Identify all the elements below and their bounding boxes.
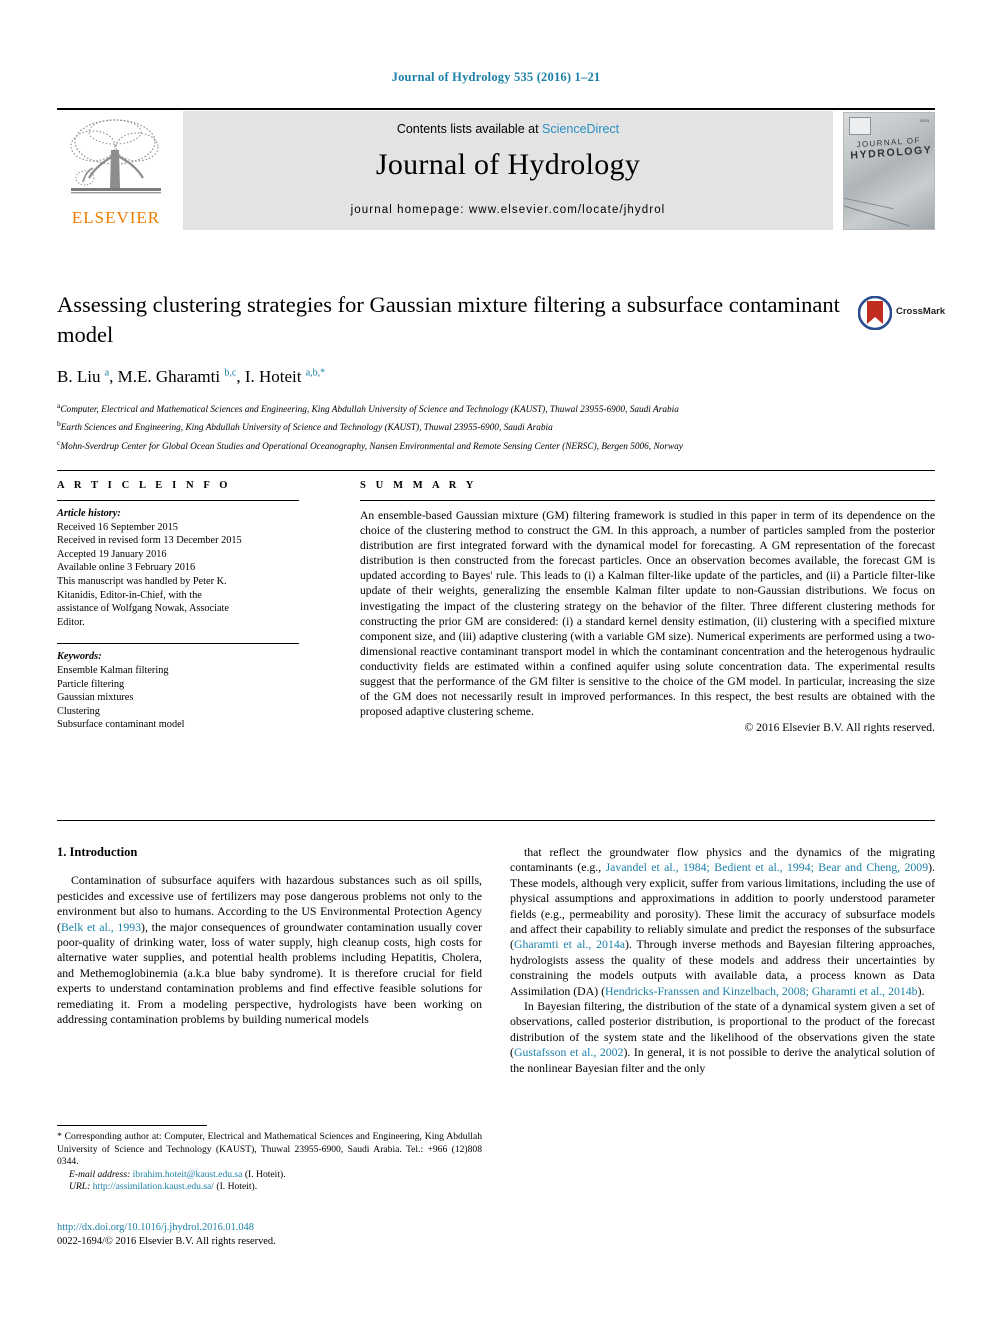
paragraph: In Bayesian filtering, the distribution …	[510, 999, 935, 1076]
masthead-top-rule	[57, 108, 935, 110]
sciencedirect-link[interactable]: ScienceDirect	[542, 122, 619, 136]
citation-link[interactable]: Belk et al., 1993	[61, 920, 141, 934]
corresponding-author-text: Corresponding author at: Computer, Elect…	[57, 1131, 482, 1168]
keyword-item: Ensemble Kalman filtering	[57, 664, 169, 676]
journal-cover-thumbnail: ISSN JOURNAL OF HYDROLOGY	[843, 112, 935, 230]
history-item: This manuscript was handled by Peter K.	[57, 575, 227, 587]
url-owner: (I. Hoteit).	[216, 1181, 258, 1193]
citation-link[interactable]: Hendricks-Franssen and Kinzelbach, 2008;…	[605, 984, 918, 998]
paragraph: that reflect the groundwater flow physic…	[510, 845, 935, 999]
email-line: E-mail address: ibrahim.hoteit@kaust.edu…	[57, 1169, 482, 1182]
article-info-column: Article history: Received 16 September 2…	[57, 500, 299, 732]
elsevier-tree-icon	[70, 119, 161, 194]
section-heading-introduction: 1. Introduction	[57, 845, 138, 859]
email-link[interactable]: ibrahim.hoteit@kaust.edu.sa	[133, 1169, 243, 1180]
crossmark-badge[interactable]: CrossMark	[857, 295, 946, 331]
summary-column: An ensemble-based Gaussian mixture (GM) …	[360, 500, 935, 734]
footnote-rule	[57, 1125, 207, 1126]
paragraph-text: ), the major consequences of groundwater…	[57, 919, 482, 1027]
keyword-item: Clustering	[57, 705, 100, 717]
footnote-marker: *	[57, 1131, 62, 1142]
info-section-top-rule	[57, 470, 935, 471]
summary-heading: S U M M A R Y	[360, 480, 477, 491]
footnote-block: * Corresponding author at: Computer, Ele…	[57, 1131, 482, 1194]
body-column-left: 1. Introduction Contamination of subsurf…	[57, 845, 482, 1027]
history-item: Kitanidis, Editor-in-Chief, with the	[57, 589, 202, 601]
article-history-label: Article history:	[57, 508, 121, 519]
cover-publisher-mark	[849, 117, 871, 135]
body-column-right: that reflect the groundwater flow physic…	[510, 845, 935, 1076]
history-item: Accepted 19 January 2016	[57, 548, 167, 560]
article-info-heading: A R T I C L E I N F O	[57, 480, 232, 491]
copyright-line: © 2016 Elsevier B.V. All rights reserved…	[744, 721, 935, 735]
paragraph: Contamination of subsurface aquifers wit…	[57, 873, 482, 1027]
history-item: Available online 3 February 2016	[57, 562, 196, 574]
issn-copyright-line: 0022-1694/© 2016 Elsevier B.V. All right…	[57, 1236, 276, 1247]
email-owner: (I. Hoteit).	[244, 1168, 286, 1180]
url-line: URL: http://assimilation.kaust.edu.sa/ (…	[57, 1181, 482, 1194]
contents-available-line: Contents lists available at ScienceDirec…	[183, 122, 833, 136]
affiliation-list: aComputer, Electrical and Mathematical S…	[57, 399, 847, 454]
contents-prefix: Contents lists available at	[396, 122, 539, 136]
url-label: URL:	[69, 1181, 91, 1193]
abstract-text: An ensemble-based Gaussian mixture (GM) …	[360, 509, 935, 719]
paragraph-text: ).	[917, 983, 925, 998]
url-link[interactable]: http://assimilation.kaust.edu.sa/	[93, 1181, 214, 1192]
article-page: Journal of Hydrology 535 (2016) 1–21 Con…	[0, 0, 992, 1323]
history-item: assistance of Wolfgang Nowak, Associate	[57, 603, 229, 615]
affiliation-item: aComputer, Electrical and Mathematical S…	[57, 399, 847, 417]
cover-decoration-line-1	[844, 202, 911, 227]
history-item: Received 16 September 2015	[57, 521, 178, 533]
corresponding-author-note: * Corresponding author at: Computer, Ele…	[57, 1131, 482, 1169]
elsevier-wordmark: ELSEVIER	[71, 208, 161, 227]
keywords-block: Keywords: Ensemble Kalman filtering Part…	[57, 644, 299, 732]
email-label: E-mail address:	[69, 1168, 131, 1180]
affiliation-text: Mohn-Sverdrup Center for Global Ocean St…	[60, 441, 683, 452]
doi-link[interactable]: http://dx.doi.org/10.1016/j.jhydrol.2016…	[57, 1221, 482, 1235]
affiliation-item: cMohn-Sverdrup Center for Global Ocean S…	[57, 436, 847, 454]
keyword-item: Subsurface contaminant model	[57, 719, 185, 731]
citation-link[interactable]: Javandel et al., 1984; Bedient et al., 1…	[606, 860, 929, 874]
keyword-item: Particle filtering	[57, 678, 125, 690]
article-history-block: Article history: Received 16 September 2…	[57, 501, 299, 629]
affiliation-text: Earth Sciences and Engineering, King Abd…	[60, 423, 553, 434]
affiliation-text: Computer, Electrical and Mathematical Sc…	[60, 405, 679, 416]
doi-block: http://dx.doi.org/10.1016/j.jhydrol.2016…	[57, 1221, 482, 1249]
running-head: Journal of Hydrology 535 (2016) 1–21	[391, 70, 601, 84]
author-list: B. Liu a, M.E. Gharamti b,c, I. Hoteit a…	[57, 367, 326, 386]
crossmark-label: CrossMark	[896, 306, 946, 317]
keywords-label: Keywords:	[57, 651, 102, 663]
history-item: Received in revised form 13 December 201…	[57, 535, 242, 547]
journal-homepage-url[interactable]: journal homepage: www.elsevier.com/locat…	[183, 204, 833, 216]
citation-link[interactable]: Gustafsson et al., 2002	[514, 1045, 624, 1059]
page-title: Assessing clustering strategies for Gaus…	[57, 292, 840, 347]
elsevier-logo: ELSEVIER	[57, 114, 175, 230]
body-top-rule	[57, 820, 935, 821]
history-item: Editor.	[57, 616, 85, 628]
crossmark-icon	[857, 295, 893, 331]
citation-link[interactable]: Gharamti et al., 2014a	[514, 937, 625, 951]
cover-journal-title: JOURNAL OF HYDROLOGY	[849, 134, 933, 162]
journal-title: Journal of Hydrology	[375, 148, 641, 181]
journal-masthead: Contents lists available at ScienceDirec…	[57, 108, 935, 230]
title-block: Assessing clustering strategies for Gaus…	[57, 290, 847, 454]
cover-issn-code: ISSN	[919, 118, 929, 123]
keyword-item: Gaussian mixtures	[57, 692, 134, 704]
affiliation-item: bEarth Sciences and Engineering, King Ab…	[57, 417, 847, 435]
